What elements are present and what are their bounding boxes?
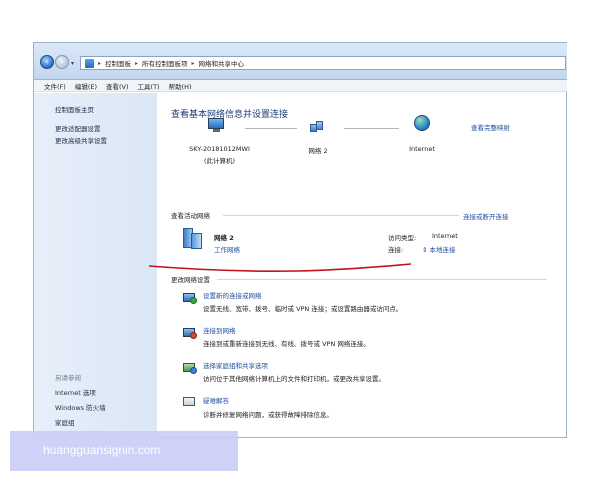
menu-tools[interactable]: 工具(T) xyxy=(138,81,160,91)
task-new-connection-link[interactable]: 设置新的连接或网络 xyxy=(203,290,262,300)
chevron-right-icon[interactable]: ▸ xyxy=(98,60,101,67)
task-troubleshoot-desc: 诊断并修复网络问题，或获得故障排除信息。 xyxy=(203,411,333,419)
sidebar-link-sharing[interactable]: 更改高级共享设置 xyxy=(55,135,107,145)
access-type-value: Internet xyxy=(432,232,458,240)
sidebar-link-firewall[interactable]: Windows 防火墙 xyxy=(55,402,106,412)
menu-file[interactable]: 文件(F) xyxy=(44,81,66,91)
see-also-heading: 另请参阅 xyxy=(55,374,81,382)
task-troubleshoot-link[interactable]: 疑难解答 xyxy=(203,395,229,405)
breadcrumb-control-panel[interactable]: 控制面板 xyxy=(105,58,131,68)
sidebar-home-link[interactable]: 控制面板主页 xyxy=(55,104,94,114)
map-connector xyxy=(344,128,399,129)
section-divider xyxy=(217,279,547,280)
section-divider xyxy=(223,215,459,216)
network-type-link[interactable]: 工作网络 xyxy=(214,244,240,254)
watermark-text: huangguansignin.com xyxy=(43,443,161,457)
chevron-right-icon[interactable]: ▸ xyxy=(135,60,138,67)
change-settings-heading: 更改网络设置 xyxy=(171,276,210,284)
window: ‹ › ▾ ▸ 控制面板 ▸ 所有控制面板项 ▸ 网络和共享中心 文件(F) 编… xyxy=(33,42,567,438)
troubleshoot-icon xyxy=(183,396,197,408)
task-new-connection-desc: 设置无线、宽带、拨号、临时或 VPN 连接；或设置路由器或访问点。 xyxy=(203,305,403,313)
back-button[interactable]: ‹ xyxy=(40,55,54,69)
work-network-icon[interactable] xyxy=(183,228,203,250)
menu-edit[interactable]: 编辑(E) xyxy=(75,81,97,91)
menu-view[interactable]: 查看(V) xyxy=(106,81,129,91)
active-networks-heading: 查看活动网络 xyxy=(171,212,210,220)
history-dropdown-icon[interactable]: ▾ xyxy=(71,60,77,67)
map-connector xyxy=(245,128,297,129)
control-panel-icon xyxy=(85,58,94,68)
task-connect-desc: 连接到或重新连接到无线、有线、拨号或 VPN 网络连接。 xyxy=(203,340,370,348)
access-type-label: 访问类型: xyxy=(388,234,417,242)
ethernet-icon: ⇕ xyxy=(422,246,428,254)
menu-help[interactable]: 帮助(H) xyxy=(169,81,192,91)
network-name: 网络 2 xyxy=(308,147,328,155)
internet-globe-icon[interactable] xyxy=(414,115,430,131)
breadcrumb-network-center[interactable]: 网络和共享中心 xyxy=(199,58,245,68)
task-connect-link[interactable]: 连接到网络 xyxy=(203,325,236,335)
task-homegroup-desc: 访问位于其他网络计算机上的文件和打印机，或更改共享设置。 xyxy=(203,375,385,383)
breadcrumb-all-items[interactable]: 所有控制面板项 xyxy=(142,58,188,68)
watermark: huangguansignin.com xyxy=(10,431,238,471)
chevron-right-icon[interactable]: ▸ xyxy=(192,60,195,67)
connect-disconnect-link[interactable]: 连接或断开连接 xyxy=(463,211,509,221)
page-title: 查看基本网络信息并设置连接 xyxy=(171,110,289,120)
task-homegroup-link[interactable]: 选择家庭组和共享选项 xyxy=(203,360,268,370)
sidebar-link-internet-options[interactable]: Internet 选项 xyxy=(55,387,96,397)
computer-icon xyxy=(208,118,226,133)
internet-label: Internet xyxy=(409,145,435,153)
active-network-name: 网络 2 xyxy=(214,234,234,242)
computer-sub-label: (此计算机) xyxy=(203,157,236,165)
main-content: 查看基本网络信息并设置连接 查看完整映射 SKY-20181012MWI (此计… xyxy=(157,93,567,438)
homegroup-icon xyxy=(183,362,197,374)
sidebar: 控制面板主页 更改适配器设置 更改高级共享设置 另请参阅 Internet 选项… xyxy=(34,93,157,438)
computer-name: SKY-20181012MWI xyxy=(189,145,250,153)
forward-button[interactable]: › xyxy=(55,55,69,69)
address-field[interactable]: ▸ 控制面板 ▸ 所有控制面板项 ▸ 网络和共享中心 xyxy=(80,56,566,70)
sidebar-link-adapter[interactable]: 更改适配器设置 xyxy=(55,123,101,133)
network-icon xyxy=(310,121,324,133)
sidebar-link-homegroup[interactable]: 家庭组 xyxy=(55,417,75,427)
connections-label: 连接: xyxy=(388,246,404,254)
address-bar: ‹ › ▾ ▸ 控制面板 ▸ 所有控制面板项 ▸ 网络和共享中心 xyxy=(34,43,567,80)
connection-link[interactable]: ⇕ 本地连接 xyxy=(422,244,456,254)
full-map-link[interactable]: 查看完整映射 xyxy=(471,122,510,132)
menu-bar: 文件(F) 编辑(E) 查看(V) 工具(T) 帮助(H) xyxy=(34,80,567,92)
local-connection-link[interactable]: 本地连接 xyxy=(430,246,456,254)
connect-network-icon xyxy=(183,327,197,339)
new-connection-icon xyxy=(183,292,197,304)
